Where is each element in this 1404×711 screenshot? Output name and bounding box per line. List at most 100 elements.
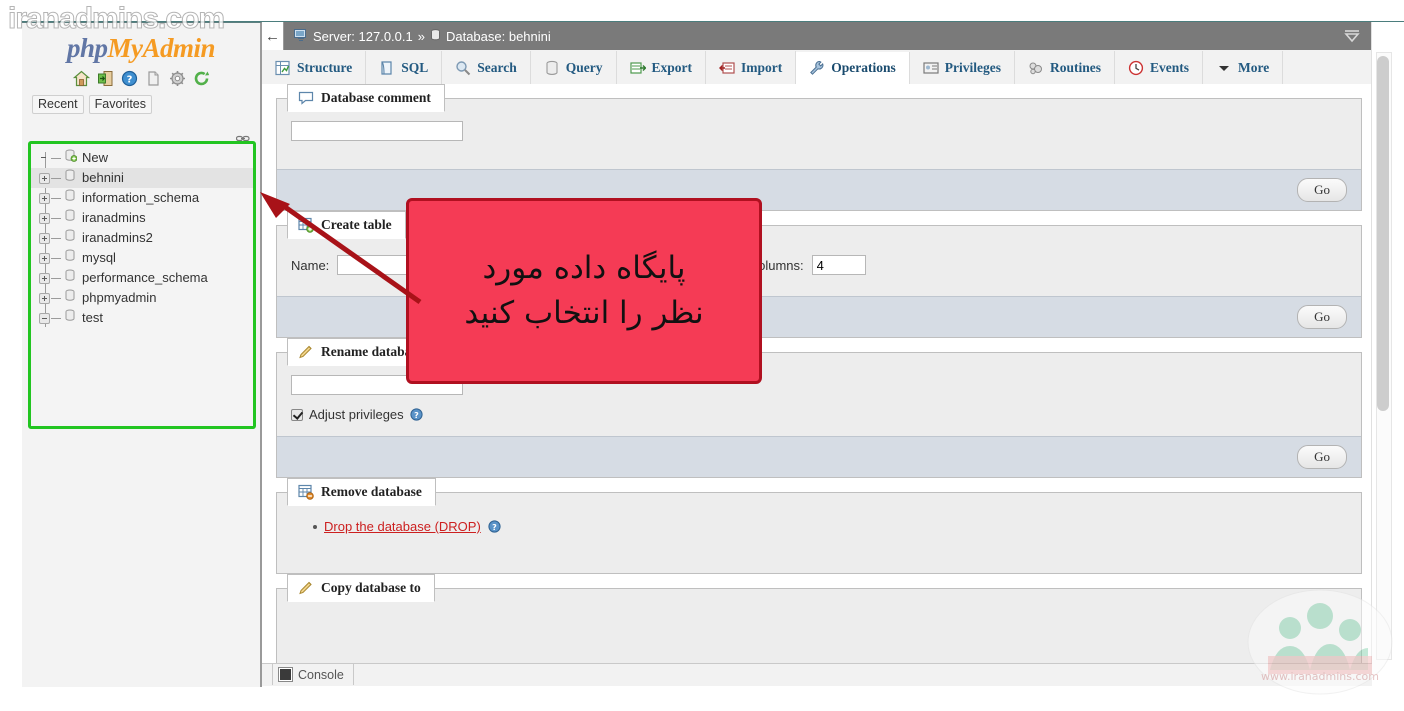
- remove-table-icon: [298, 484, 314, 500]
- tree-item-information-schema[interactable]: information_schema: [31, 188, 253, 208]
- tree-item-performance-schema[interactable]: performance_schema: [31, 268, 253, 288]
- docs-icon[interactable]: [145, 70, 162, 87]
- database-comment-panel: Database comment Go: [276, 84, 1362, 211]
- legend-label: Create table: [321, 217, 392, 232]
- tree-item-mysql[interactable]: mysql: [31, 248, 253, 268]
- tree-toggle-collapse[interactable]: [39, 312, 50, 324]
- privileges-icon: [923, 60, 939, 76]
- tab-label: Operations: [831, 60, 896, 75]
- tab-structure[interactable]: Structure: [262, 51, 367, 84]
- help-circle-icon[interactable]: ?: [488, 520, 501, 533]
- rename-database-go-button[interactable]: Go: [1297, 445, 1347, 469]
- create-table-icon: [298, 217, 314, 233]
- tab-label: Import: [741, 59, 783, 75]
- tree-toggle-expand[interactable]: [39, 172, 50, 184]
- tree-toggle-expand[interactable]: [39, 212, 50, 224]
- database-icon: [64, 308, 77, 328]
- drop-database-row: Drop the database (DROP) ?: [313, 519, 1347, 534]
- console-bar: Console: [262, 663, 1372, 686]
- tree-elbow: [51, 193, 63, 204]
- tab-label: Events: [1150, 59, 1190, 75]
- tree-item-label: New: [82, 150, 109, 165]
- tab-operations[interactable]: Operations: [796, 52, 910, 85]
- settings-gear-icon[interactable]: [169, 70, 186, 87]
- database-icon: [64, 228, 77, 248]
- database-icon: [430, 28, 441, 44]
- tree-toggle-expand[interactable]: [39, 192, 50, 204]
- tab-privileges[interactable]: Privileges: [910, 51, 1016, 84]
- collapse-up-icon[interactable]: [1342, 26, 1362, 46]
- scrollbar-thumb[interactable]: [1377, 56, 1389, 411]
- database-tree-highlight: New behnini information_schema iranadmin…: [28, 141, 256, 429]
- tree-item-label: iranadmins2: [82, 230, 153, 245]
- tree-item-label: information_schema: [82, 190, 200, 205]
- database-icon: [64, 168, 77, 188]
- tab-search[interactable]: Search: [442, 51, 531, 84]
- tree-item-phpmyadmin[interactable]: phpmyadmin: [31, 288, 253, 308]
- create-table-name-label: Name:: [291, 257, 330, 273]
- chain-link-icon[interactable]: [235, 131, 250, 142]
- home-icon[interactable]: [72, 70, 90, 87]
- svg-text:?: ?: [126, 75, 132, 86]
- tree-elbow: [51, 273, 63, 284]
- comment-bubble-icon: [298, 90, 314, 106]
- logo-php: php: [66, 33, 108, 63]
- database-comment-input[interactable]: [291, 121, 463, 141]
- logo-myadmin: MyAdmin: [107, 33, 216, 63]
- tree-item-label: iranadmins: [82, 210, 146, 225]
- tree-item-behnini[interactable]: behnini: [31, 168, 253, 188]
- tree-toggle-expand[interactable]: [39, 252, 50, 264]
- events-clock-icon: [1128, 60, 1144, 76]
- rename-database-footer: Go: [277, 436, 1361, 477]
- tab-export[interactable]: Export: [617, 51, 707, 84]
- create-table-columns-input[interactable]: [811, 255, 866, 275]
- tree-item-new[interactable]: New: [31, 148, 253, 168]
- annotation-callout: پایگاه داده مورد نظر را انتخاب کنید: [406, 198, 762, 384]
- database-comment-legend: Database comment: [287, 84, 445, 112]
- tree-item-iranadmins2[interactable]: iranadmins2: [31, 228, 253, 248]
- console-toggle-button[interactable]: Console: [272, 663, 354, 685]
- breadcrumb-database[interactable]: Database: behnini: [446, 29, 551, 44]
- adjust-privileges-checkbox[interactable]: [291, 408, 303, 421]
- create-table-legend: Create table: [287, 211, 406, 239]
- database-icon: [64, 288, 77, 308]
- database-comment-go-button[interactable]: Go: [1297, 178, 1347, 202]
- tab-label: Structure: [297, 59, 353, 75]
- tab-import[interactable]: Import: [706, 51, 797, 84]
- help-icon[interactable]: ?: [121, 70, 138, 87]
- legend-label: Copy database to: [321, 580, 421, 595]
- tab-sql[interactable]: SQL: [366, 51, 443, 84]
- page-bottom-margin: [0, 686, 1404, 711]
- tree-elbow: [51, 233, 63, 244]
- help-circle-icon[interactable]: ?: [410, 408, 423, 421]
- breadcrumb-server[interactable]: Server: 127.0.0.1: [313, 29, 413, 44]
- tree-toggle-expand[interactable]: [39, 232, 50, 244]
- logout-icon[interactable]: [97, 70, 114, 87]
- tree-item-iranadmins[interactable]: iranadmins: [31, 208, 253, 228]
- svg-text:www.iranadmins.com: www.iranadmins.com: [1261, 670, 1379, 683]
- database-icon: [64, 208, 77, 228]
- page-scrollbar[interactable]: [1371, 22, 1404, 686]
- sidebar-tab-recent[interactable]: Recent: [32, 95, 84, 114]
- tree-item-label: test: [82, 310, 103, 325]
- tree-toggle-expand[interactable]: [39, 292, 50, 304]
- remove-database-legend: Remove database: [287, 478, 436, 506]
- phpmyadmin-logo[interactable]: phpMyAdmin: [22, 33, 260, 64]
- create-table-go-button[interactable]: Go: [1297, 305, 1347, 329]
- server-icon: [294, 28, 308, 44]
- tab-label: More: [1238, 59, 1270, 75]
- pencil-icon: [298, 344, 314, 360]
- tab-routines[interactable]: Routines: [1015, 51, 1116, 84]
- import-icon: [719, 60, 735, 76]
- back-arrow-button[interactable]: ←: [262, 22, 284, 50]
- tree-toggle-expand[interactable]: [39, 272, 50, 284]
- tab-events[interactable]: Events: [1115, 51, 1204, 84]
- sidebar-tab-favorites[interactable]: Favorites: [88, 95, 153, 114]
- annotation-line-1: پایگاه داده مورد: [482, 250, 686, 287]
- bullet-dot: [313, 524, 317, 529]
- tab-more[interactable]: More: [1203, 51, 1284, 84]
- reload-icon[interactable]: [193, 70, 210, 87]
- drop-database-link[interactable]: Drop the database (DROP): [324, 519, 481, 534]
- tree-item-test[interactable]: test: [31, 308, 253, 328]
- tab-query[interactable]: Query: [531, 51, 617, 84]
